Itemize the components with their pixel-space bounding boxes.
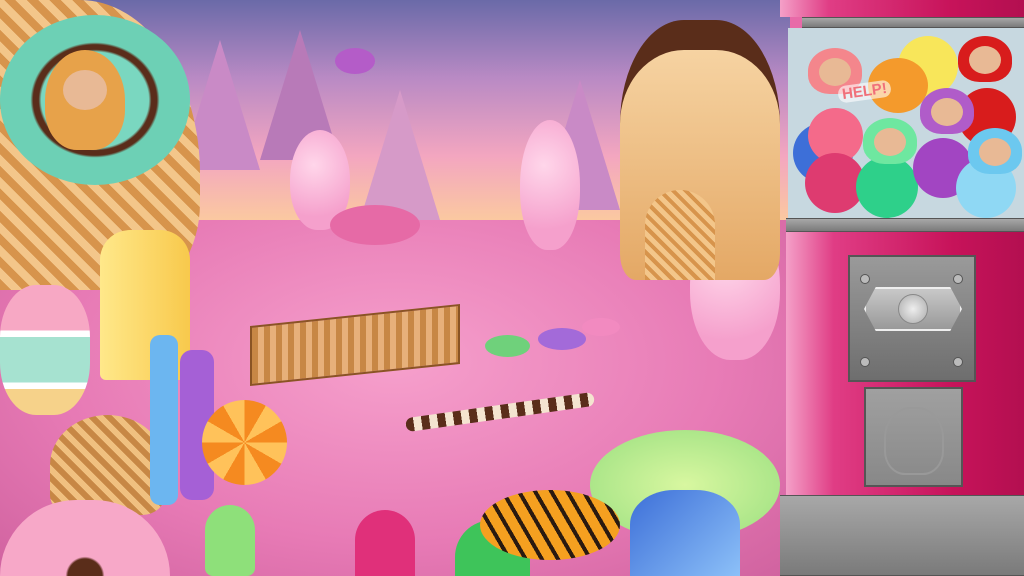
gumball-glass: HELP! — [788, 28, 1024, 218]
candy-balloon — [335, 48, 375, 74]
pet-red[interactable] — [958, 36, 1012, 82]
macaron — [330, 205, 420, 245]
machine-body — [786, 232, 1024, 495]
coin-slot-plate — [848, 255, 976, 382]
game-canvas[interactable]: HELP! — [0, 0, 1024, 576]
bear-emboss-icon — [884, 407, 944, 475]
rock-candy-stick — [150, 335, 178, 505]
tiger-pet[interactable] — [45, 50, 125, 150]
gumball — [856, 156, 918, 218]
machine-rim — [802, 17, 1024, 28]
lollipop — [202, 400, 287, 485]
cotton-candy-tree — [520, 120, 580, 250]
waffle-door[interactable] — [645, 190, 715, 280]
machine-top — [780, 0, 1024, 17]
gummy-bear — [205, 505, 255, 576]
screw-icon — [953, 274, 963, 284]
pet-blue-shocked[interactable] — [968, 128, 1022, 174]
machine-divider — [786, 218, 1024, 232]
coin-knob[interactable] — [864, 287, 962, 331]
dispenser-door[interactable] — [864, 387, 963, 487]
mountain — [360, 90, 440, 220]
tiger-donut — [480, 490, 620, 560]
jelly-bean — [355, 510, 415, 576]
screw-icon — [860, 274, 870, 284]
jelly-bean — [582, 318, 620, 336]
screw-icon — [953, 357, 963, 367]
pet-purple-angry[interactable] — [920, 88, 974, 134]
coin-icon — [898, 294, 928, 324]
screw-icon — [860, 357, 870, 367]
wrapped-candy — [630, 490, 740, 576]
pet-green-sleeping[interactable] — [863, 118, 917, 164]
gumball-machine: HELP! — [780, 0, 1024, 576]
macaron-stack — [0, 285, 90, 415]
jelly-bean — [538, 328, 586, 350]
jelly-bean — [485, 335, 530, 357]
machine-base — [780, 495, 1024, 576]
